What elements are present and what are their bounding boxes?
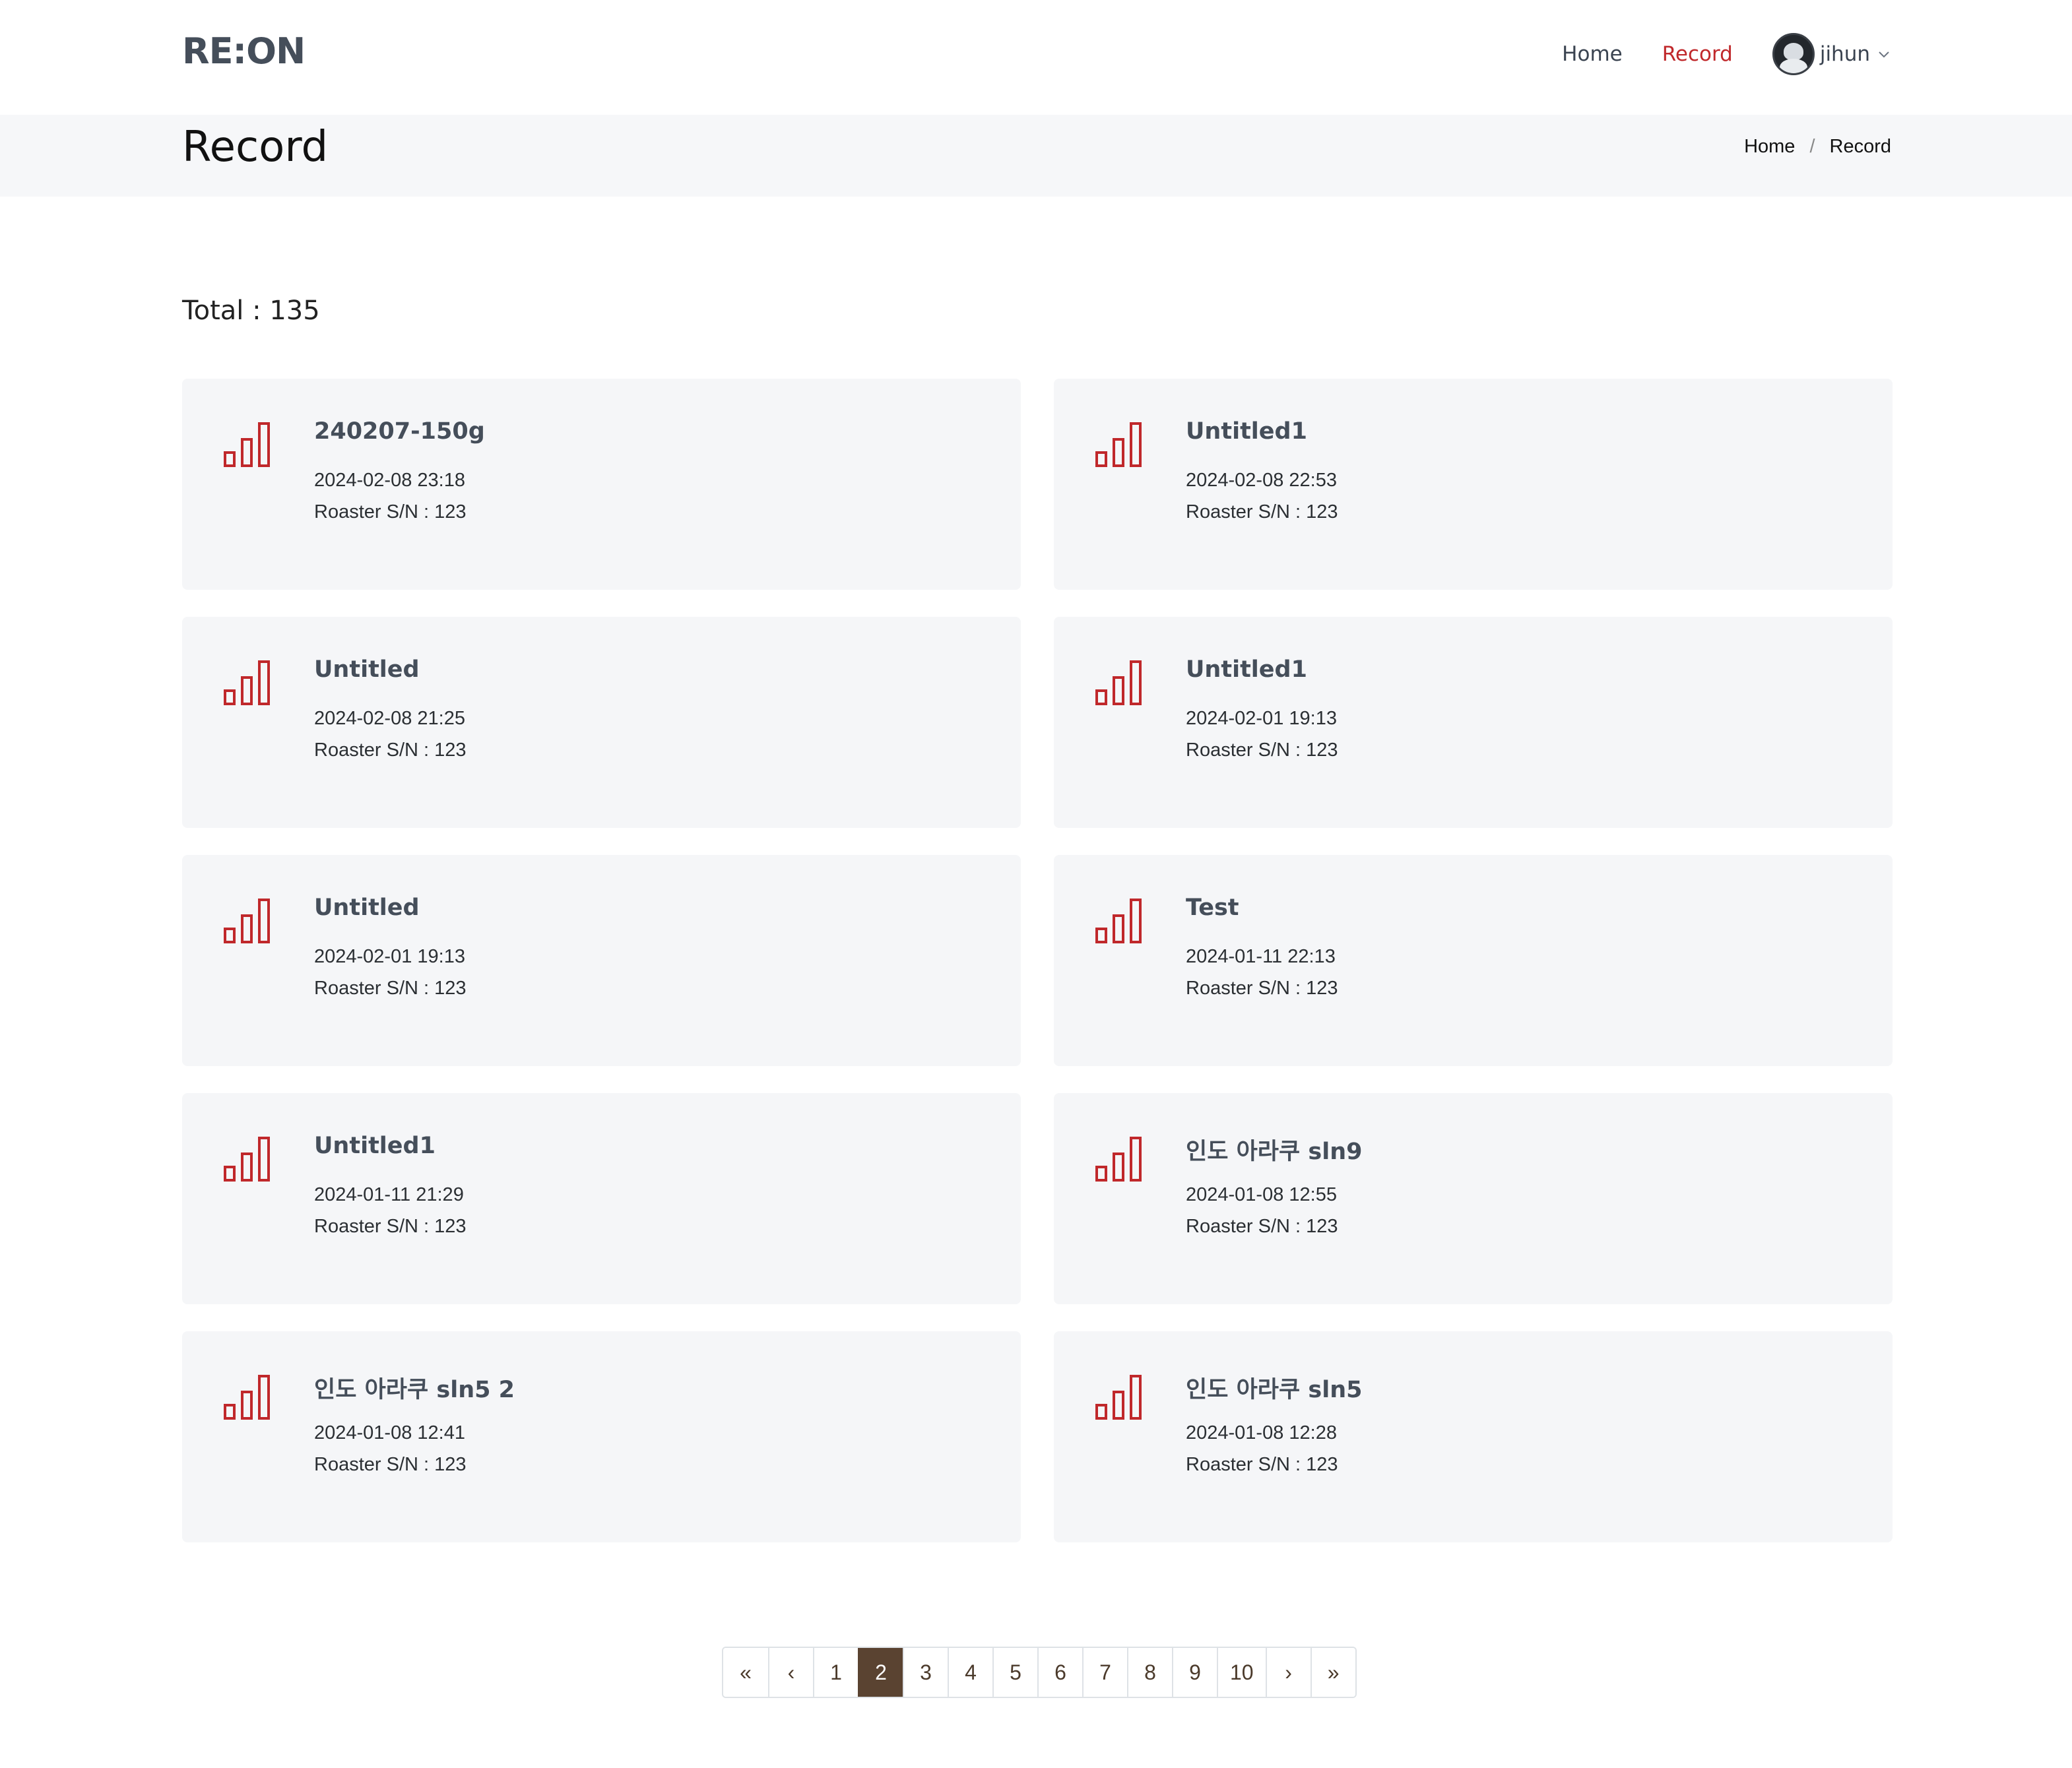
record-date: 2024-01-08 12:55: [1186, 1184, 1337, 1205]
breadcrumb-home[interactable]: Home: [1744, 136, 1795, 158]
bar-chart-icon: [1095, 1137, 1142, 1182]
breadcrumb-current: Record: [1829, 136, 1892, 157]
record-card[interactable]: Untitled 2024-02-01 19:13 Roaster S/N : …: [182, 855, 1021, 1066]
breadcrumb-separator: /: [1809, 136, 1815, 157]
bar-chart-icon: [224, 660, 270, 705]
record-serial: Roaster S/N : 123: [1186, 978, 1338, 999]
bar-chart-icon: [1095, 660, 1142, 705]
total-count: Total : 135: [182, 296, 320, 326]
page-button-3[interactable]: 3: [903, 1648, 948, 1697]
bar-chart-icon: [224, 899, 270, 943]
record-card[interactable]: Untitled1 2024-01-11 21:29 Roaster S/N :…: [182, 1093, 1021, 1304]
record-card[interactable]: Test 2024-01-11 22:13 Roaster S/N : 123: [1054, 855, 1893, 1066]
record-title: 인도 아라쿠 sln9: [1186, 1139, 1363, 1165]
record-date: 2024-01-08 12:41: [314, 1422, 465, 1443]
chevron-down-icon: [1879, 51, 1889, 58]
page-button-1[interactable]: 1: [813, 1648, 858, 1697]
avatar: [1772, 33, 1815, 75]
page-button-10[interactable]: 10: [1217, 1648, 1266, 1697]
record-date: 2024-02-01 19:13: [1186, 708, 1337, 729]
record-title: Untitled: [314, 656, 420, 683]
record-card[interactable]: Untitled1 2024-02-01 19:13 Roaster S/N :…: [1054, 617, 1893, 828]
record-card[interactable]: 240207-150g 2024-02-08 23:18 Roaster S/N…: [182, 379, 1021, 590]
record-card[interactable]: Untitled1 2024-02-08 22:53 Roaster S/N :…: [1054, 379, 1893, 590]
main-nav: Home Record jihun: [1522, 33, 1891, 75]
logo[interactable]: RE:ON: [182, 30, 306, 72]
record-serial: Roaster S/N : 123: [1186, 1454, 1338, 1475]
page-button-7[interactable]: 7: [1082, 1648, 1127, 1697]
page-button-9[interactable]: 9: [1172, 1648, 1217, 1697]
record-grid: 240207-150g 2024-02-08 23:18 Roaster S/N…: [182, 379, 1893, 1542]
user-menu[interactable]: jihun: [1772, 33, 1891, 75]
page-title: Record: [182, 123, 329, 172]
page-button-2[interactable]: 2: [858, 1648, 903, 1697]
bar-chart-icon: [1095, 899, 1142, 943]
page-first-button[interactable]: «: [723, 1648, 768, 1697]
bar-chart-icon: [224, 422, 270, 467]
record-title: Untitled1: [1186, 418, 1307, 445]
page-button-4[interactable]: 4: [948, 1648, 992, 1697]
record-title: Test: [1186, 895, 1239, 921]
record-date: 2024-01-08 12:28: [1186, 1422, 1337, 1443]
record-card[interactable]: 인도 아라쿠 sln5 2 2024-01-08 12:41 Roaster S…: [182, 1331, 1021, 1542]
record-title: Untitled: [314, 895, 420, 921]
user-name: jihun: [1819, 42, 1870, 66]
record-card[interactable]: Untitled 2024-02-08 21:25 Roaster S/N : …: [182, 617, 1021, 828]
record-title: Untitled1: [314, 1133, 436, 1159]
record-serial: Roaster S/N : 123: [314, 978, 467, 999]
record-serial: Roaster S/N : 123: [314, 1454, 467, 1475]
page-next-button[interactable]: ›: [1265, 1648, 1311, 1697]
record-title: Untitled1: [1186, 656, 1307, 683]
record-date: 2024-02-08 21:25: [314, 708, 465, 729]
record-serial: Roaster S/N : 123: [1186, 740, 1338, 761]
bar-chart-icon: [224, 1137, 270, 1182]
record-date: 2024-02-08 22:53: [1186, 470, 1337, 491]
bar-chart-icon: [224, 1375, 270, 1420]
nav-record[interactable]: Record: [1662, 42, 1733, 66]
record-date: 2024-01-11 22:13: [1186, 946, 1336, 967]
record-card[interactable]: 인도 아라쿠 sln9 2024-01-08 12:55 Roaster S/N…: [1054, 1093, 1893, 1304]
page-button-5[interactable]: 5: [992, 1648, 1037, 1697]
record-serial: Roaster S/N : 123: [314, 740, 467, 761]
record-title: 240207-150g: [314, 418, 485, 445]
header: RE:ON Home Record jihun: [0, 0, 2072, 115]
bar-chart-icon: [1095, 1375, 1142, 1420]
bar-chart-icon: [1095, 422, 1142, 467]
pagination: « ‹ 1 2 3 4 5 6 7 8 9 10 › »: [722, 1647, 1357, 1698]
record-date: 2024-02-01 19:13: [314, 946, 465, 967]
page-title-bar: Record Home / Record: [0, 115, 2072, 197]
page-button-6[interactable]: 6: [1037, 1648, 1082, 1697]
page-button-8[interactable]: 8: [1127, 1648, 1172, 1697]
record-serial: Roaster S/N : 123: [314, 1216, 467, 1237]
record-serial: Roaster S/N : 123: [314, 501, 467, 522]
breadcrumb: Home / Record: [1744, 136, 1891, 158]
record-title: 인도 아라쿠 sln5: [1186, 1377, 1363, 1403]
page-prev-button[interactable]: ‹: [768, 1648, 813, 1697]
record-date: 2024-01-11 21:29: [314, 1184, 464, 1205]
record-card[interactable]: 인도 아라쿠 sln5 2024-01-08 12:28 Roaster S/N…: [1054, 1331, 1893, 1542]
page-last-button[interactable]: »: [1310, 1648, 1355, 1697]
record-title: 인도 아라쿠 sln5 2: [314, 1377, 515, 1403]
record-serial: Roaster S/N : 123: [1186, 1216, 1338, 1237]
nav-home[interactable]: Home: [1562, 42, 1623, 66]
record-date: 2024-02-08 23:18: [314, 470, 465, 491]
record-serial: Roaster S/N : 123: [1186, 501, 1338, 522]
